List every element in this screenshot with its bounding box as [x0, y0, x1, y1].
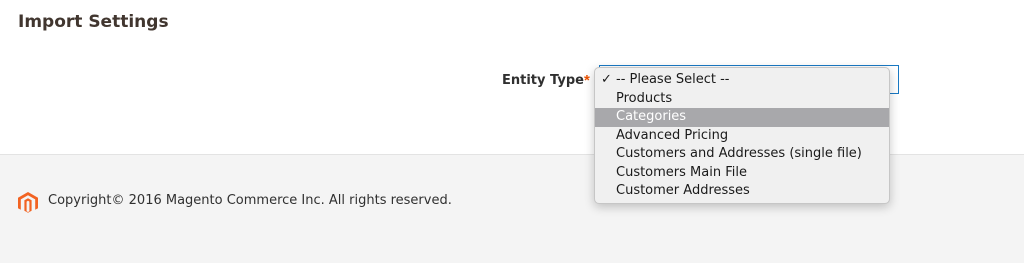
magento-logo-icon [18, 192, 38, 213]
option-products[interactable]: Products [595, 90, 889, 109]
option-label: Categories [616, 109, 687, 124]
option-customers-main-file[interactable]: Customers Main File [595, 164, 889, 183]
option-label: Customer Addresses [616, 183, 750, 198]
option-customer-addresses[interactable]: Customer Addresses [595, 182, 889, 201]
import-page: Import Settings Entity Type * Copyright©… [0, 0, 1024, 263]
option-label: -- Please Select -- [616, 72, 730, 87]
option-customers-and-addresses[interactable]: Customers and Addresses (single file) [595, 145, 889, 164]
copyright-text: Copyright© 2016 Magento Commerce Inc. Al… [48, 193, 452, 208]
check-icon: ✓ [601, 72, 612, 87]
option-categories[interactable]: Categories [595, 108, 889, 127]
option-advanced-pricing[interactable]: Advanced Pricing [595, 127, 889, 146]
option-label: Products [616, 90, 673, 106]
option-label: Customers and Addresses (single file) [616, 146, 862, 161]
option-label: Advanced Pricing [616, 127, 729, 143]
entity-type-dropdown-menu: ✓ -- Please Select -- Products Categorie… [594, 67, 890, 204]
option-please-select[interactable]: ✓ -- Please Select -- [595, 71, 889, 90]
required-marker: * [584, 72, 590, 89]
entity-type-label: Entity Type [502, 73, 584, 88]
section-title: Import Settings [18, 12, 169, 32]
option-label: Customers Main File [616, 164, 747, 180]
